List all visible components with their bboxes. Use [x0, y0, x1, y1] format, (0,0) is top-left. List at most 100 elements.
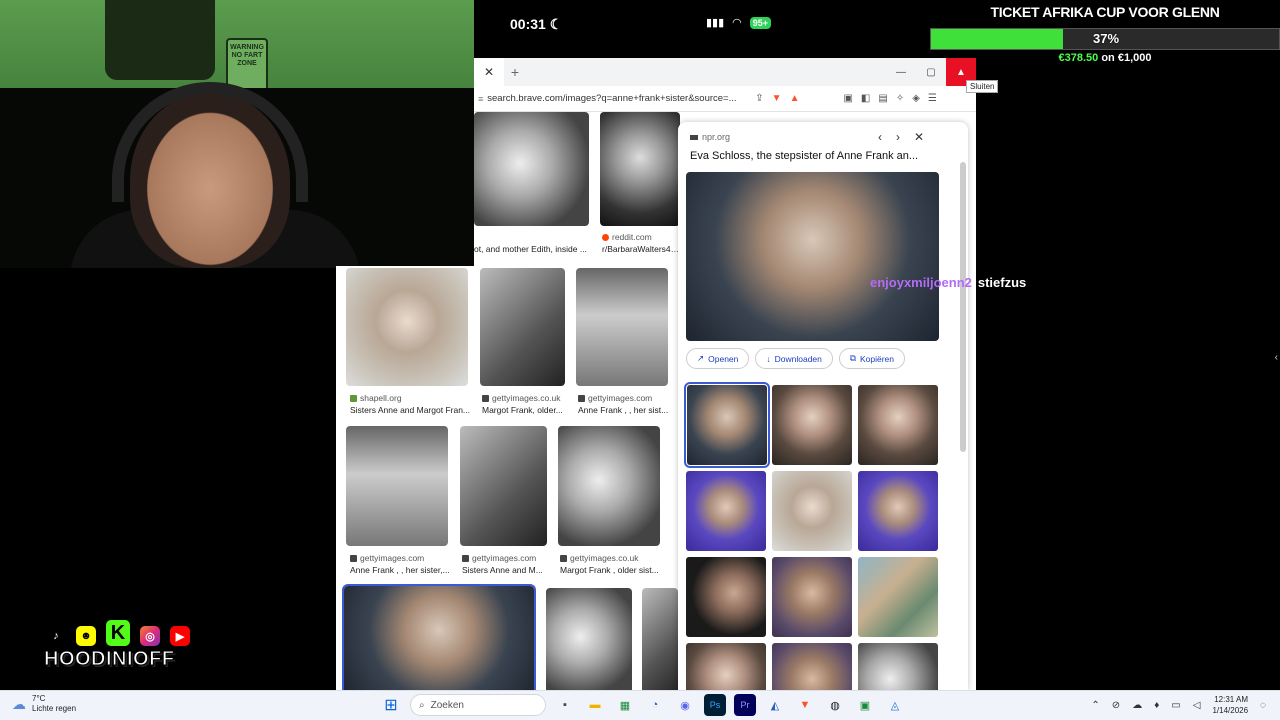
related-image[interactable]	[858, 557, 938, 637]
result-image[interactable]	[346, 268, 468, 386]
calculator-icon[interactable]: ▦	[614, 694, 636, 716]
favicon-icon	[578, 394, 585, 402]
related-image[interactable]	[686, 471, 766, 551]
share-icon[interactable]: ⇪	[755, 93, 763, 104]
related-image[interactable]	[772, 385, 852, 465]
result-title[interactable]: ot, and mother Edith, inside ...	[474, 244, 589, 254]
maximize-button[interactable]: ▢	[916, 58, 946, 86]
taskbar-clock[interactable]: 12:31 AM 1/14/2026	[1212, 694, 1248, 716]
obs-icon[interactable]: ◍	[824, 694, 846, 716]
weather-widget[interactable]: ☁ 7°C Lichte regen	[12, 694, 76, 714]
menu-icon[interactable]: ☰	[928, 93, 937, 104]
file-explorer-icon[interactable]: ▬	[584, 694, 606, 716]
related-image[interactable]	[686, 643, 766, 690]
result-image[interactable]	[474, 112, 589, 226]
jersey-on-wall	[105, 0, 215, 80]
result-title[interactable]: Margot Frank , older sist...	[560, 565, 660, 575]
spotify-icon[interactable]: ▣	[854, 694, 876, 716]
result-title[interactable]: Anne Frank , , her sist...	[578, 405, 670, 415]
next-arrow-icon[interactable]: ›	[896, 130, 900, 144]
streamer-handle: HOODINIOFF	[44, 648, 175, 671]
favicon-icon	[350, 394, 357, 402]
reader-icon[interactable]: ▣	[843, 93, 852, 104]
tiktok-icon: ♪	[46, 626, 66, 646]
wallet-icon[interactable]: ▤	[878, 93, 887, 104]
browser-titlebar: ✕ + — ▢ ▲	[474, 58, 976, 86]
related-image[interactable]	[858, 643, 938, 690]
result-image[interactable]	[546, 588, 632, 690]
minimize-button[interactable]: —	[886, 58, 916, 86]
url-field[interactable]: search.brave.com/images?q=anne+frank+sis…	[487, 93, 747, 104]
related-image[interactable]	[858, 471, 938, 551]
taskbar-search[interactable]: ⌕ Zoeken	[410, 694, 546, 716]
network-icon[interactable]: ⊘	[1112, 700, 1120, 711]
result-image-selected[interactable]	[342, 584, 536, 690]
preview-image[interactable]	[686, 172, 939, 341]
stream-screen: WARNING NO FART ZONE 00:31 ☾ ▮▮▮ ◠ 95+ TIC…	[0, 0, 1280, 720]
extensions-icon[interactable]: ✧	[896, 93, 904, 104]
related-image[interactable]	[772, 557, 852, 637]
monitor-icon[interactable]: ▭	[1171, 700, 1180, 711]
cloud-rain-icon: ☁	[12, 695, 26, 712]
youtube-icon: ▶	[170, 626, 190, 646]
related-image[interactable]	[772, 471, 852, 551]
npr-icon	[690, 134, 698, 140]
discord-icon[interactable]: ◉	[674, 694, 696, 716]
address-bar: ≡ search.brave.com/images?q=anne+frank+s…	[474, 86, 976, 112]
sidebar-icon[interactable]: ◧	[861, 93, 870, 104]
result-image[interactable]	[600, 112, 680, 226]
task-view-icon[interactable]: ▪	[554, 694, 576, 716]
result-title[interactable]: Anne Frank , , her sister,...	[350, 565, 450, 575]
result-image[interactable]	[460, 426, 547, 546]
result-title[interactable]: Sisters Anne and Margot Fran...	[350, 405, 470, 415]
mic-icon[interactable]: ♦	[1154, 700, 1159, 711]
volume-icon[interactable]: ◁	[1193, 700, 1201, 711]
open-button[interactable]: ↗ Openen	[686, 348, 750, 369]
site-info-icon[interactable]: ≡	[478, 94, 483, 104]
brave-shields-icon[interactable]: ▼	[772, 93, 782, 104]
close-icon[interactable]: ✕	[914, 130, 924, 144]
result-title[interactable]: Margot Frank, older...	[482, 405, 566, 415]
side-panel-arrow-icon[interactable]: ‹	[1275, 352, 1278, 363]
notification-icon[interactable]: ◌	[1260, 700, 1266, 711]
start-icon[interactable]: ⊞	[380, 694, 402, 716]
app-icon[interactable]: ◬	[884, 694, 906, 716]
related-image[interactable]	[686, 557, 766, 637]
tab-close-button[interactable]: ✕	[474, 58, 504, 86]
result-image[interactable]	[642, 588, 678, 690]
result-source: gettyimages.com	[462, 553, 536, 563]
vpn-icon[interactable]: ◈	[912, 93, 920, 104]
preview-title[interactable]: Eva Schloss, the stepsister of Anne Fran…	[690, 150, 940, 162]
window-controls: — ▢ ▲	[886, 58, 976, 86]
phone-time: 00:31 ☾	[510, 16, 563, 32]
brave-icon[interactable]: ▼	[794, 694, 816, 716]
favicon-icon	[350, 554, 357, 562]
premiere-icon[interactable]: Pr	[734, 694, 756, 716]
result-title[interactable]: r/BarbaraWalters4S...	[602, 244, 680, 254]
copy-button[interactable]: ⧉ Kopiëren	[838, 348, 905, 369]
result-title[interactable]: Sisters Anne and M...	[462, 565, 548, 575]
photoshop-icon[interactable]: Ps	[704, 694, 726, 716]
copilot-icon[interactable]: ◭	[764, 694, 786, 716]
result-source: gettyimages.co.uk	[560, 553, 639, 563]
result-image[interactable]	[480, 268, 565, 386]
edge-icon[interactable]: ◔	[644, 694, 666, 716]
download-button[interactable]: ↓ Downloaden	[755, 348, 833, 369]
related-image[interactable]	[858, 385, 938, 465]
preview-scrollbar[interactable]	[960, 162, 966, 452]
result-source: gettyimages.com	[350, 553, 424, 563]
new-tab-button[interactable]: +	[504, 58, 526, 86]
result-image[interactable]	[558, 426, 660, 546]
phone-status-icons: ▮▮▮ ◠ 95+	[706, 16, 772, 29]
cloud-icon[interactable]: ☁	[1132, 700, 1142, 711]
brave-rewards-icon[interactable]: ▲	[790, 93, 800, 104]
wifi-icon: ◠	[732, 17, 742, 29]
goal-percent: 37%	[1092, 31, 1120, 46]
related-image-selected[interactable]	[684, 382, 770, 468]
chevron-up-icon[interactable]: ⌃	[1091, 700, 1099, 711]
prev-arrow-icon[interactable]: ‹	[878, 130, 882, 144]
related-image[interactable]	[772, 643, 852, 690]
result-image[interactable]	[346, 426, 448, 546]
result-image[interactable]	[576, 268, 668, 386]
chat-message: enjoyxmiljoenn2 stiefzus	[870, 275, 1026, 290]
